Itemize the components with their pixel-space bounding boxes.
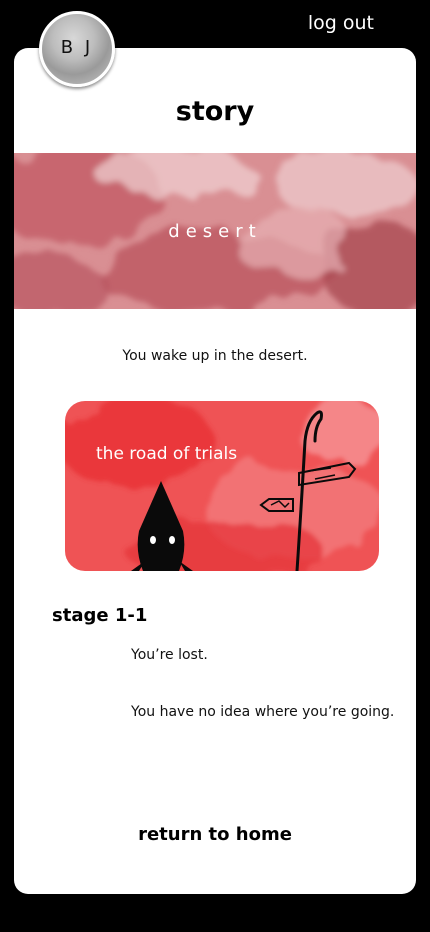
avatar[interactable]: B J: [39, 11, 115, 87]
stage-title: stage 1-1: [52, 605, 148, 626]
chapter-card[interactable]: the road of trials: [65, 401, 379, 571]
logout-button[interactable]: log out: [308, 12, 374, 34]
location-banner: desert: [14, 153, 416, 309]
story-card: story desert You wake up in the desert. …: [14, 48, 416, 894]
hooded-figure-with-signpost-icon: [65, 401, 379, 571]
stage-text-line: You’re lost.: [131, 647, 208, 663]
story-screen: log out B J story desert You wake up in …: [0, 0, 430, 932]
avatar-initials: B J: [60, 36, 94, 58]
intro-text: You wake up in the desert.: [122, 348, 308, 364]
chapter-title: the road of trials: [96, 444, 238, 464]
page-title: story: [175, 96, 255, 127]
return-home-button[interactable]: return to home: [14, 824, 416, 845]
stage-text-line: You have no idea where you’re going.: [131, 704, 395, 720]
location-label: desert: [168, 221, 262, 242]
